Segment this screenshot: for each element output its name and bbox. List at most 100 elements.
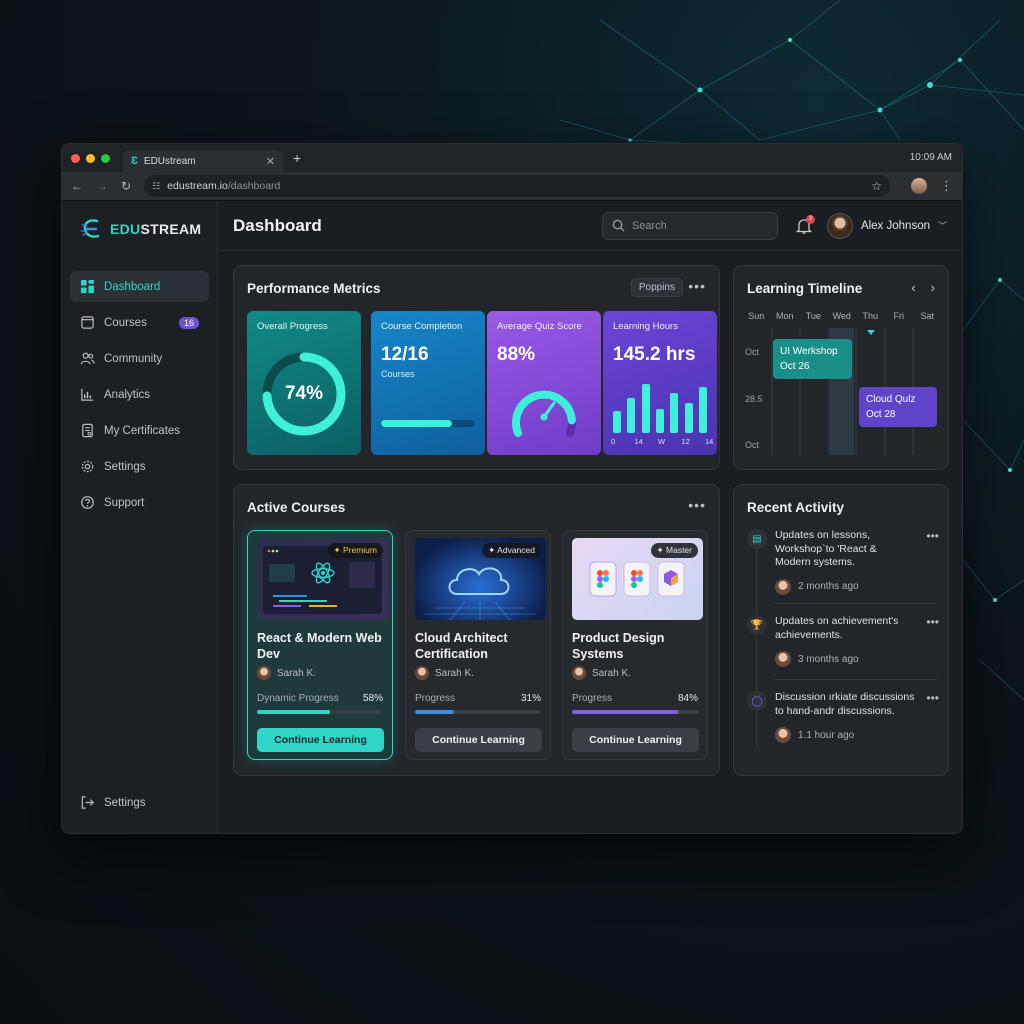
avatar bbox=[775, 578, 791, 595]
timeline-day: Mon bbox=[775, 311, 794, 321]
metric-value: 88% bbox=[497, 344, 536, 365]
sidebar-nav: Dashboard Courses 16 Community Analytics bbox=[62, 271, 217, 518]
more-options-icon[interactable]: ••• bbox=[688, 497, 706, 513]
browser-menu-icon[interactable]: ⋮ bbox=[940, 178, 953, 194]
course-card-cloud[interactable]: ✦ Advanced Cloud Architect Certification… bbox=[405, 530, 551, 760]
search-box[interactable] bbox=[601, 211, 778, 240]
reload-icon[interactable]: ↻ bbox=[121, 179, 131, 193]
metric-overall-progress[interactable]: Overall Progress 74% bbox=[247, 311, 361, 455]
back-icon[interactable]: ← bbox=[71, 179, 83, 193]
notifications-button[interactable]: 3 bbox=[795, 214, 815, 235]
metric-label: Learning Hours bbox=[613, 321, 678, 332]
search-input[interactable] bbox=[631, 219, 762, 232]
sidebar-item-community[interactable]: Community bbox=[70, 343, 209, 374]
progress-row: Progress 31% bbox=[415, 693, 541, 704]
activity-item[interactable]: ◯ Discussion ırkiate discussions to hand… bbox=[747, 691, 939, 743]
browser-tab[interactable]: Ɛ EDUstream ✕ bbox=[123, 150, 283, 172]
new-tab-icon[interactable]: + bbox=[293, 150, 301, 166]
sidebar-item-certificates[interactable]: My Certificates bbox=[70, 415, 209, 446]
bookmark-star-icon[interactable]: ☆ bbox=[871, 179, 882, 193]
chevron-right-icon[interactable]: › bbox=[931, 280, 935, 295]
activity-divider bbox=[774, 603, 937, 604]
activity-item[interactable]: ▤ Updates on lessons, Workshop`to 'React… bbox=[747, 529, 939, 595]
timeline-event-quiz[interactable]: Cloud Qulz Oct 28 bbox=[859, 387, 937, 427]
users-icon bbox=[80, 352, 95, 365]
course-author: Sarah K. bbox=[257, 666, 383, 680]
progress-bar-fill bbox=[572, 710, 678, 714]
sidebar-item-bottom-settings[interactable]: Settings bbox=[70, 787, 209, 818]
hours-bar-label: 0 bbox=[611, 437, 616, 446]
course-title: Product Design Systems bbox=[572, 631, 665, 661]
event-title: Cloud Qulz bbox=[866, 394, 916, 405]
avatar bbox=[826, 212, 853, 239]
more-options-icon[interactable]: ••• bbox=[926, 691, 939, 705]
sidebar-item-analytics[interactable]: Analytics bbox=[70, 379, 209, 410]
chevron-down-icon: ﹀ bbox=[937, 221, 947, 231]
font-chip[interactable]: Poppins bbox=[630, 278, 683, 297]
document-icon: ▤ bbox=[747, 529, 767, 549]
top-bar: Dashboard 3 Alex Johnson ﹀ bbox=[218, 201, 962, 251]
minimize-window-button[interactable] bbox=[86, 153, 95, 163]
activity-meta: 2 months ago bbox=[775, 578, 937, 595]
metric-quiz-score[interactable]: Average Quiz Score 88% bbox=[487, 311, 601, 455]
sidebar: EDUSTREAM Dashboard Courses 16 Community bbox=[62, 201, 218, 833]
hours-bar bbox=[627, 397, 636, 433]
metric-learning-hours[interactable]: Learning Hours 145.2 hrs 0 14 W 12 14 bbox=[603, 311, 717, 455]
continue-learning-button[interactable]: Continue Learning bbox=[257, 728, 384, 752]
progress-bar-fill bbox=[257, 710, 331, 714]
metric-course-completion[interactable]: Course Completion 12/16 Courses bbox=[371, 311, 485, 455]
search-icon bbox=[612, 219, 625, 232]
favicon-icon: Ɛ bbox=[131, 155, 138, 167]
course-thumbnail: ✦ Master bbox=[572, 538, 703, 620]
user-menu[interactable]: Alex Johnson ﹀ bbox=[826, 212, 947, 239]
avatar bbox=[415, 666, 429, 680]
window-controls bbox=[71, 153, 110, 163]
tier-badge: ✦ Advanced bbox=[482, 543, 541, 558]
continue-learning-button[interactable]: Continue Learning bbox=[415, 728, 542, 752]
activity-item[interactable]: 🏆 Updates on achievement's achievements.… bbox=[747, 615, 939, 667]
score-gauge bbox=[512, 390, 576, 437]
timeline-event-workshop[interactable]: UI Werkshop Oct 26 bbox=[773, 339, 852, 379]
timeline-day: Tue bbox=[805, 311, 821, 321]
timeline-day: Wed bbox=[832, 311, 851, 321]
hours-bar-label: W bbox=[658, 437, 666, 446]
gear-icon bbox=[81, 460, 94, 473]
activity-divider bbox=[774, 679, 937, 680]
event-title: UI Werkshop bbox=[780, 346, 838, 357]
site-info-icon[interactable]: ☷ bbox=[152, 181, 160, 192]
maximize-window-button[interactable] bbox=[101, 153, 110, 163]
sidebar-item-courses[interactable]: Courses 16 bbox=[70, 307, 209, 338]
tab-close-icon[interactable]: ✕ bbox=[266, 155, 275, 168]
brand-logo[interactable]: EDUSTREAM bbox=[79, 215, 217, 243]
profile-avatar[interactable] bbox=[911, 178, 927, 194]
sidebar-item-support[interactable]: Support bbox=[70, 487, 209, 518]
continue-learning-button[interactable]: Continue Learning bbox=[572, 728, 699, 752]
chevron-left-icon[interactable]: ‹ bbox=[911, 280, 915, 295]
grid-icon bbox=[80, 279, 95, 294]
certificate-icon bbox=[82, 423, 93, 438]
edustream-logo-icon bbox=[80, 219, 100, 238]
course-card-design[interactable]: ✦ Master Product Design Systems Sarah K.… bbox=[562, 530, 708, 760]
panel-title: Active Courses bbox=[247, 500, 346, 515]
more-options-icon[interactable]: ••• bbox=[926, 529, 939, 543]
activity-text: Updates on lessons, Workshop`to 'React &… bbox=[775, 529, 877, 568]
course-card-react[interactable]: ✦ Premium React & Modern Web Dev Sarah K… bbox=[247, 530, 393, 760]
more-options-icon[interactable]: ••• bbox=[926, 615, 939, 629]
sidebar-item-dashboard[interactable]: Dashboard bbox=[70, 271, 209, 302]
forward-icon[interactable]: → bbox=[96, 179, 108, 193]
more-options-icon[interactable]: ••• bbox=[688, 278, 706, 294]
tier-badge: ✦ Master bbox=[650, 543, 698, 558]
tier-badge: ✦ Premium bbox=[327, 543, 383, 558]
performance-metrics-panel: Performance Metrics Poppins ••• Overall … bbox=[233, 265, 720, 470]
sidebar-item-settings[interactable]: Settings bbox=[70, 451, 209, 482]
address-bar[interactable]: ☷ edustream.io/dashboard ☆ bbox=[144, 175, 890, 197]
hours-bar-label: 14 bbox=[634, 437, 643, 446]
course-thumbnail: ✦ Advanced bbox=[415, 538, 546, 620]
metric-value: 74% bbox=[284, 383, 324, 404]
course-author: Sarah K. bbox=[572, 666, 698, 680]
help-icon bbox=[81, 496, 94, 509]
brand-name: EDUSTREAM bbox=[110, 221, 202, 237]
close-window-button[interactable] bbox=[71, 153, 80, 163]
hours-bar bbox=[656, 408, 664, 433]
book-icon bbox=[81, 316, 94, 329]
